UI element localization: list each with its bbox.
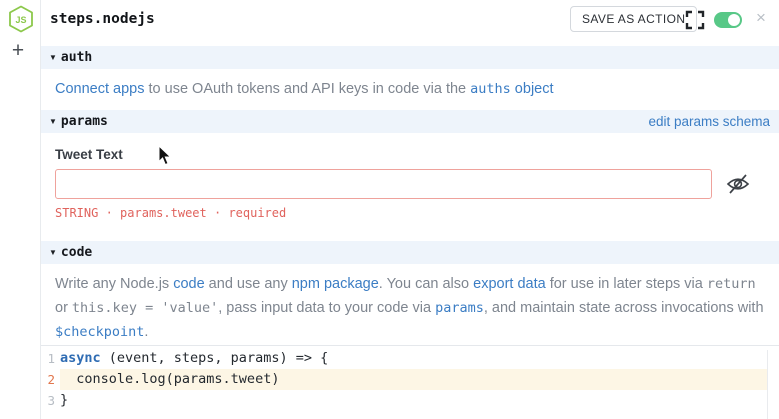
connect-apps-link[interactable]: Connect apps [55, 81, 144, 97]
thiskey-code-text: this.key = 'value' [72, 300, 218, 316]
svg-text:JS: JS [15, 15, 26, 25]
npm-package-link[interactable]: npm package [292, 276, 379, 292]
code-desc-text: and use any [205, 276, 292, 292]
eye-off-icon[interactable] [725, 171, 751, 197]
field-type: STRING [55, 206, 98, 220]
add-step-button[interactable]: + [6, 40, 30, 64]
fullscreen-icon[interactable] [684, 9, 706, 31]
code-desc-text: Write any Node.js [55, 276, 173, 292]
field-meta: STRING · params.tweet · required [55, 206, 286, 220]
params-section-header[interactable]: ▼ params edit params schema [41, 110, 779, 133]
line-number[interactable]: 3 [41, 390, 60, 411]
code-editor[interactable]: 1 async (event, steps, params) => { 2 co… [41, 348, 779, 419]
step-enabled-toggle[interactable] [714, 12, 742, 28]
tweet-text-input[interactable] [55, 169, 712, 199]
titlebar: steps.nodejs SAVE AS ACTION × [41, 0, 779, 42]
close-icon[interactable]: × [752, 7, 770, 29]
auths-object-link[interactable]: auths [470, 81, 511, 97]
tweet-text-label: Tweet Text [55, 147, 123, 162]
code-line[interactable]: async (event, steps, params) => { [60, 348, 767, 369]
auth-section-label: auth [61, 50, 92, 65]
nodejs-icon: JS [8, 5, 34, 33]
code-line[interactable]: } [60, 390, 767, 411]
line-number[interactable]: 2 [41, 369, 60, 390]
editor-top-divider [41, 345, 779, 346]
mouse-cursor [158, 145, 173, 167]
auth-desc-text: to use OAuth tokens and API keys in code… [144, 81, 470, 97]
field-required: required [228, 206, 286, 220]
checkpoint-link[interactable]: $checkpoint [55, 324, 144, 340]
params-section-label: params [61, 114, 108, 129]
params-link[interactable]: params [435, 300, 484, 316]
code-desc-text: , pass input data to your code via [218, 300, 435, 316]
save-as-action-button[interactable]: SAVE AS ACTION [570, 6, 697, 32]
meta-separator: · [207, 206, 229, 220]
editor-line: 3 } [41, 390, 779, 411]
code-desc-text: . [144, 324, 148, 340]
code-desc-text: , and maintain state across invocations … [484, 300, 764, 316]
field-path: params.tweet [120, 206, 207, 220]
auth-section-header[interactable]: ▼ auth [41, 46, 779, 69]
line-number[interactable]: 1 [41, 348, 60, 369]
code-text: (event, steps, params) => { [101, 350, 329, 366]
code-section-header[interactable]: ▼ code [41, 241, 779, 264]
code-desc-text: for use in later steps via [546, 276, 707, 292]
step-editor-panel: JS + steps.nodejs SAVE AS ACTION × ▼ aut… [0, 0, 779, 419]
auth-description: Connect apps to use OAuth tokens and API… [55, 81, 765, 97]
step-title[interactable]: steps.nodejs [50, 11, 155, 27]
toggle-knob [728, 14, 740, 26]
editor-line-active: 2 console.log(params.tweet) [41, 369, 779, 390]
keyword-async: async [60, 350, 101, 366]
collapse-triangle-icon: ▼ [49, 54, 57, 62]
left-rail: JS + [0, 0, 41, 419]
export-data-link[interactable]: export data [473, 276, 546, 292]
meta-separator: · [98, 206, 120, 220]
code-section-label: code [61, 245, 92, 260]
code-line[interactable]: console.log(params.tweet) [60, 369, 767, 390]
edit-params-schema-link[interactable]: edit params schema [648, 114, 779, 129]
editor-line: 1 async (event, steps, params) => { [41, 348, 779, 369]
code-desc-text: . You can also [379, 276, 473, 292]
collapse-triangle-icon: ▼ [49, 118, 57, 126]
return-code-text: return [707, 276, 756, 292]
collapse-triangle-icon: ▼ [49, 249, 57, 257]
auths-object-link-tail[interactable]: object [511, 81, 554, 97]
code-description: Write any Node.js code and use any npm p… [55, 272, 769, 344]
code-desc-text: or [55, 300, 72, 316]
code-docs-link[interactable]: code [173, 276, 204, 292]
editor-right-border [767, 350, 768, 419]
